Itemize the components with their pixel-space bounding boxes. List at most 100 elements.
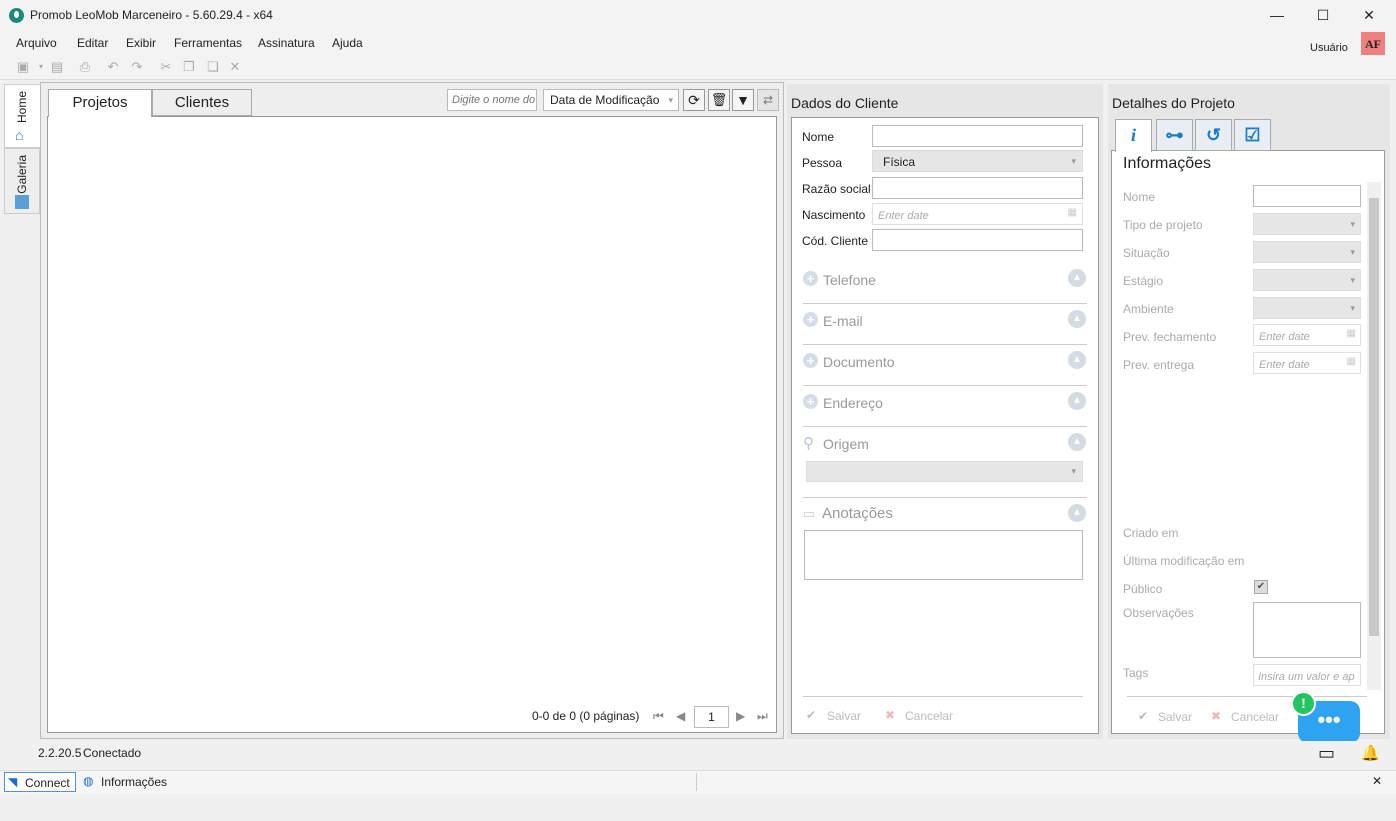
section-origem[interactable]: Origem: [823, 436, 869, 452]
origem-select[interactable]: ▾: [806, 461, 1083, 482]
prev-fechamento-input[interactable]: Enter date ▦: [1253, 324, 1361, 346]
print-icon[interactable]: ⎙: [76, 58, 94, 76]
project-cancel-button[interactable]: Cancelar: [1231, 710, 1279, 724]
search-input[interactable]: [447, 89, 537, 111]
copy-icon[interactable]: ❐: [180, 58, 198, 76]
user-avatar[interactable]: AF: [1361, 32, 1385, 56]
razao-input[interactable]: [872, 177, 1083, 199]
nascimento-input[interactable]: Enter date ▦: [872, 203, 1083, 225]
pessoa-select[interactable]: Física ▾: [872, 150, 1083, 172]
ambiente-select[interactable]: ▾: [1253, 297, 1361, 319]
collapse-anotacoes-icon[interactable]: ▲: [1068, 504, 1086, 522]
label-nome: Nome: [802, 130, 835, 144]
save-icon[interactable]: ▣: [14, 58, 32, 76]
section-documento[interactable]: Documento: [823, 354, 895, 370]
swap-icon[interactable]: ⇄: [757, 89, 779, 111]
scrollbar[interactable]: [1367, 182, 1381, 690]
tab-clientes[interactable]: Clientes: [152, 89, 252, 116]
page-input[interactable]: 1: [694, 706, 729, 728]
collapse-telefone-icon[interactable]: ▲: [1068, 269, 1086, 287]
side-tab-home-label: Home: [15, 91, 29, 124]
sort-select[interactable]: Data de Modificação ▾: [543, 89, 679, 111]
calendar-icon[interactable]: ▦: [1068, 207, 1077, 218]
first-page-icon[interactable]: ⏮: [653, 709, 664, 724]
bell-icon[interactable]: 🔔: [1361, 744, 1380, 762]
user-label[interactable]: Usuário: [1310, 42, 1348, 54]
info-tab[interactable]: Informações: [101, 775, 167, 789]
save-all-icon[interactable]: ▤: [48, 58, 66, 76]
delete-icon[interactable]: ✕: [226, 58, 244, 76]
divider: [803, 303, 1087, 304]
close-button[interactable]: ✕: [1346, 2, 1392, 29]
close-panel-icon[interactable]: ✕: [1372, 774, 1382, 788]
rss-icon: ◥: [8, 775, 18, 789]
collapse-email-icon[interactable]: ▲: [1068, 310, 1086, 328]
window-title: Promob LeoMob Marceneiro - 5.60.29.4 - x…: [30, 8, 273, 22]
client-save-button[interactable]: Salvar: [827, 709, 861, 723]
minimize-button[interactable]: —: [1254, 2, 1300, 29]
menu-arquivo[interactable]: Arquivo: [16, 36, 57, 50]
client-name-input[interactable]: [872, 125, 1083, 147]
menu-editar[interactable]: Editar: [77, 36, 108, 50]
history-tab-icon[interactable]: ↺: [1195, 119, 1232, 151]
chevron-down-icon: ▾: [1071, 156, 1076, 166]
tab-projetos[interactable]: Projetos: [48, 89, 152, 117]
menu-exibir[interactable]: Exibir: [126, 36, 156, 50]
undo-icon[interactable]: ↶: [104, 58, 122, 76]
cut-icon[interactable]: ✂: [157, 58, 175, 76]
collapse-endereco-icon[interactable]: ▲: [1068, 392, 1086, 410]
collapse-documento-icon[interactable]: ▲: [1068, 351, 1086, 369]
hierarchy-tab-icon[interactable]: ⊶: [1156, 119, 1193, 151]
tags-input[interactable]: Insira um valor e ap: [1253, 664, 1361, 686]
side-tab-galeria-label: Galeria: [15, 155, 29, 194]
menu-bar: Arquivo Editar Exibir Ferramentas Assina…: [0, 31, 1396, 55]
gallery-icon: [15, 195, 29, 209]
scrollbar-thumb[interactable]: [1369, 198, 1379, 636]
info-tab-icon[interactable]: i: [1115, 119, 1152, 152]
connect-tab[interactable]: ◥ Connect: [4, 772, 76, 792]
checklist-tab-icon[interactable]: ☑: [1234, 119, 1271, 151]
devices-icon[interactable]: ▭: [1318, 743, 1335, 764]
calendar-icon[interactable]: ▦: [1347, 356, 1356, 367]
anotacoes-textarea[interactable]: [804, 530, 1083, 580]
situacao-select[interactable]: ▾: [1253, 241, 1361, 263]
trash-icon[interactable]: 🗑: [708, 89, 730, 111]
section-telefone[interactable]: Telefone: [823, 272, 876, 288]
section-email[interactable]: E-mail: [823, 313, 863, 329]
codigo-input[interactable]: [872, 229, 1083, 251]
chevron-down-icon: ▾: [1350, 219, 1355, 229]
side-tab-home[interactable]: Home ⌂: [4, 84, 40, 148]
label-publico: Público: [1123, 582, 1163, 596]
title-bar: Promob LeoMob Marceneiro - 5.60.29.4 - x…: [0, 0, 1396, 31]
refresh-icon[interactable]: ⟳: [683, 89, 705, 111]
filter-icon[interactable]: ▼: [732, 89, 754, 111]
add-telefone-icon[interactable]: +: [803, 271, 818, 286]
section-endereco[interactable]: Endereço: [823, 395, 883, 411]
last-page-icon[interactable]: ⏭: [757, 709, 768, 724]
collapse-origem-icon[interactable]: ▲: [1068, 433, 1086, 451]
prev-entrega-input[interactable]: Enter date ▦: [1253, 352, 1361, 374]
observacoes-textarea[interactable]: [1253, 602, 1361, 658]
paste-icon[interactable]: ❏: [204, 58, 222, 76]
tipo-select[interactable]: ▾: [1253, 213, 1361, 235]
publico-checkbox[interactable]: ✔: [1254, 580, 1268, 594]
redo-icon[interactable]: ↷: [128, 58, 146, 76]
prev-page-icon[interactable]: ◀: [676, 709, 685, 723]
label-estagio: Estágio: [1123, 274, 1164, 288]
calendar-icon[interactable]: ▦: [1347, 328, 1356, 339]
side-tab-galeria[interactable]: Galeria: [4, 148, 40, 214]
menu-assinatura[interactable]: Assinatura: [258, 36, 315, 50]
add-email-icon[interactable]: +: [803, 312, 818, 327]
maximize-button[interactable]: ☐: [1300, 2, 1346, 29]
menu-ajuda[interactable]: Ajuda: [332, 36, 363, 50]
next-page-icon[interactable]: ▶: [736, 709, 745, 723]
client-cancel-button[interactable]: Cancelar: [905, 709, 953, 723]
add-documento-icon[interactable]: +: [803, 353, 818, 368]
project-name-input[interactable]: [1253, 185, 1361, 207]
menu-ferramentas[interactable]: Ferramentas: [174, 36, 242, 50]
prev-fechamento-placeholder: Enter date: [1259, 331, 1310, 343]
section-anotacoes[interactable]: Anotações: [822, 505, 893, 522]
add-endereco-icon[interactable]: +: [803, 394, 818, 409]
estagio-select[interactable]: ▾: [1253, 269, 1361, 291]
project-save-button[interactable]: Salvar: [1158, 710, 1192, 724]
